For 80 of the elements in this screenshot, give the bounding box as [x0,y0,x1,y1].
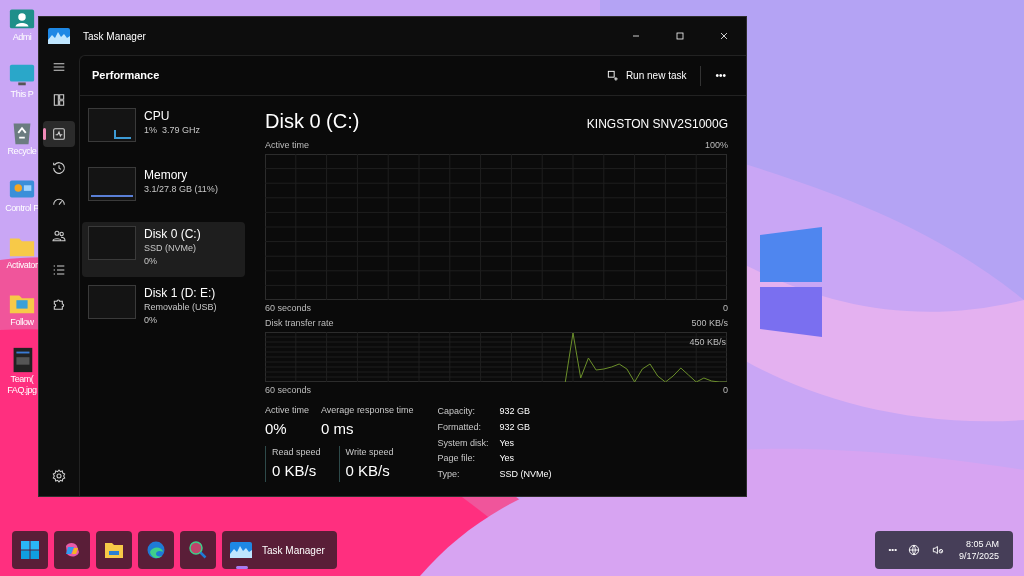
graph-title: Disk transfer rate [265,317,334,329]
puzzle-icon [51,296,67,312]
muted-speaker-icon [930,543,945,557]
device-name: CPU [144,108,171,124]
clock-date: 9/17/2025 [958,550,999,562]
disk-model: KINGSTON SNV2S1000G [586,116,728,133]
page-title: Performance [92,68,160,84]
property-label: Type: [437,468,461,482]
device-item[interactable]: Disk 0 (C:) SSD (NVMe) 0% [82,222,245,277]
property-value: 932 GB [499,420,531,434]
new-task-icon [605,68,620,83]
device-usage: 0% [144,255,158,267]
overflow-button[interactable]: ••• [888,544,897,556]
speed-value: 0 KB/s [345,460,391,481]
more-button[interactable]: ••• [707,62,734,89]
axis-max-label: 100% [704,139,728,151]
taskbar-app[interactable] [96,531,132,569]
speed-label: Read speed [272,446,321,459]
clock-history-icon [51,160,67,176]
speed-label: Write speed [345,446,394,459]
property-label: System disk: [437,436,490,450]
device-detail: Removable (USB) [144,301,217,314]
speed-value: 0 KB/s [272,460,318,481]
taskbar-app[interactable] [54,531,90,569]
property-value: 932 GB [499,405,531,418]
desktop-icon-label[interactable]: Team( FAQ.jpg [7,374,37,396]
graph-title: Active time [265,139,309,151]
clock-time: 8:05 AM [965,538,999,550]
device-item[interactable]: CPU 1% 3.79 GHz [82,104,245,159]
windows-logo-icon [20,540,40,560]
property-value: Yes [499,436,516,450]
time-span-label: 60 seconds [265,384,312,396]
maximize-icon [674,30,686,42]
property-value: SSD (NVMe) [499,468,552,482]
taskbar-app[interactable]: Task Manager [222,531,337,569]
device-detail: 1% 3.79 GHz [144,124,201,137]
device-name: Disk 1 (D: E:) [144,285,217,301]
taskbar-app[interactable] [180,531,216,569]
pulse-chart-icon [51,126,67,142]
device-item[interactable]: Disk 1 (D: E:) Removable (USB) 0% [82,281,245,336]
activity-graph-icon [230,542,252,558]
stat-label: Average response time [321,404,414,417]
taskbar-app[interactable] [138,531,174,569]
grid-icon [51,92,67,108]
magnifier-icon [188,540,208,560]
run-new-task-button[interactable]: Run new task [597,62,695,89]
device-detail: 3.1/27.8 GB (11%) [144,183,218,196]
device-name: Disk 0 (C:) [144,226,201,242]
activity-graph-icon [48,28,70,44]
peak-rate-label: 450 KB/s [689,336,726,348]
axis-min-label: 0 [723,302,728,314]
property-label: Capacity: [437,405,476,418]
taskbar-app[interactable] [12,531,48,569]
folder-icon [104,540,124,560]
window-title: Task Manager [83,29,146,44]
axis-min-label: 0 [723,384,728,396]
device-item[interactable]: Memory 3.1/27.8 GB (11%) [82,163,245,218]
device-usage: 0% [144,314,158,326]
property-value: Yes [499,452,516,466]
time-span-label: 60 seconds [265,302,312,314]
stat-value: 0 ms [321,418,355,439]
wave-logo-icon [146,540,166,560]
property-label: Formatted: [437,420,482,434]
network-icon [906,543,921,557]
usage-sparkline [88,226,136,260]
stat-value: 0% [265,418,288,439]
property-label: Page file: [437,452,476,466]
list-icon [51,262,67,278]
usage-sparkline [88,167,136,201]
users-icon [51,228,67,244]
axis-max-label: 500 KB/s [691,317,728,329]
usage-sparkline [88,108,136,142]
settings-icon [51,468,67,484]
close-icon [718,30,730,42]
device-detail: SSD (NVMe) [144,242,197,255]
device-name: Memory [144,167,189,183]
nav-tab[interactable] [43,121,75,147]
usage-sparkline [88,285,136,319]
stat-label: Active time [265,404,309,417]
disk-title: Disk 0 (C:) [265,109,360,134]
